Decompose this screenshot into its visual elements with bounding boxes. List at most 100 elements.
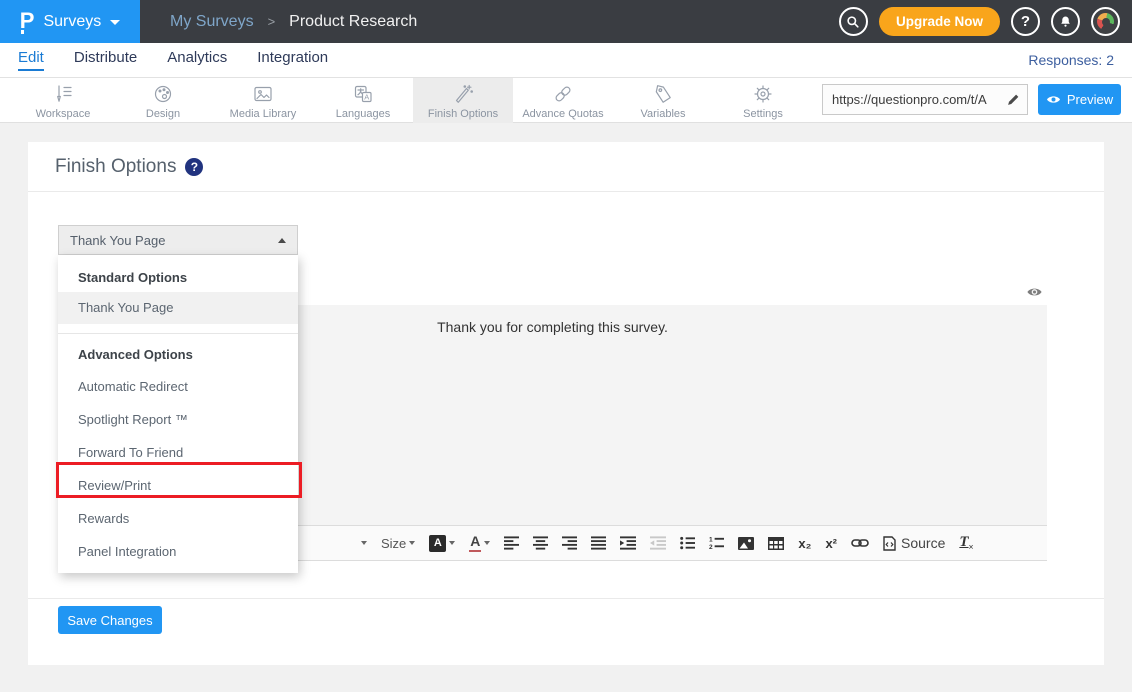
insert-table-button[interactable] (768, 537, 784, 550)
insert-image-button[interactable] (738, 537, 754, 550)
save-row: Save Changes (28, 598, 1104, 634)
menu-item-spotlight-report[interactable]: Spotlight Report ™ (58, 403, 298, 436)
chevron-up-icon (278, 238, 286, 243)
text-color-button[interactable]: A (469, 534, 490, 551)
table-icon (768, 537, 784, 550)
numbered-list-icon: 12 (709, 536, 724, 550)
gauge-icon (1097, 13, 1114, 30)
align-left-button[interactable] (504, 536, 519, 550)
numbered-list-button[interactable]: 12 (709, 536, 724, 550)
finish-options-icon (451, 82, 475, 106)
source-icon (883, 536, 896, 551)
superscript-icon: x² (825, 536, 837, 551)
bell-icon (1058, 14, 1073, 29)
top-header: P Surveys My Surveys > Product Research … (0, 0, 1132, 43)
image-icon (738, 537, 754, 550)
font-dropdown-button[interactable] (358, 541, 367, 545)
size-dropdown-button[interactable]: Size (381, 536, 415, 551)
breadcrumb-my-surveys[interactable]: My Surveys (170, 13, 254, 31)
menu-item-panel-integration[interactable]: Panel Integration (58, 535, 298, 568)
chevron-down-icon (449, 541, 455, 545)
increase-indent-button[interactable] (620, 536, 636, 550)
chevron-down-icon (484, 541, 490, 545)
design-icon (151, 82, 175, 106)
chevron-down-icon (110, 20, 120, 25)
help-button[interactable]: ? (1011, 7, 1040, 36)
indent-icon (620, 536, 636, 550)
svg-text:2: 2 (709, 544, 713, 550)
responses-count[interactable]: Responses: 2 (1028, 52, 1114, 68)
survey-url-box: https://questionpro.com/t/A (822, 84, 1028, 115)
question-mark-icon: ? (191, 160, 198, 174)
header-actions: Upgrade Now ? (839, 7, 1132, 36)
menu-item-automatic-redirect[interactable]: Automatic Redirect (58, 370, 298, 403)
toolbar-item-variables[interactable]: Variables (613, 78, 713, 123)
preview-button[interactable]: Preview (1038, 84, 1121, 115)
chevron-down-icon (409, 541, 415, 545)
bgcolor-icon: A (429, 535, 446, 552)
finish-option-type-dropdown[interactable]: Thank You Page (58, 225, 298, 255)
toolbar-item-media-library[interactable]: Media Library (213, 78, 313, 123)
remove-format-icon: T× (959, 534, 973, 552)
link-icon (851, 538, 869, 548)
survey-nav-tabs: Edit Distribute Analytics Integration Re… (0, 43, 1132, 78)
upgrade-now-button[interactable]: Upgrade Now (879, 7, 1000, 36)
toolbar-item-finish-options[interactable]: Finish Options (413, 78, 513, 123)
notifications-button[interactable] (1051, 7, 1080, 36)
toolbar-item-advance-quotas[interactable]: Advance Quotas (513, 78, 613, 123)
variables-icon (651, 82, 675, 106)
outdent-icon (650, 536, 666, 550)
bulleted-list-button[interactable] (680, 536, 695, 550)
align-right-icon (562, 536, 577, 550)
source-button[interactable]: Source (883, 535, 945, 551)
breadcrumb-separator: > (268, 14, 276, 29)
menu-item-forward-to-friend[interactable]: Forward To Friend (58, 436, 298, 469)
tab-edit[interactable]: Edit (18, 49, 44, 71)
menu-item-review-print[interactable]: Review/Print (58, 469, 298, 502)
insert-link-button[interactable] (851, 538, 869, 548)
menu-group-standard-options: Standard Options (58, 255, 298, 292)
advance-quotas-icon (551, 82, 575, 106)
breadcrumb: My Surveys > Product Research (170, 13, 417, 31)
chevron-down-icon (361, 541, 367, 545)
finish-option-dropdown-menu: Standard Options Thank You Page Advanced… (58, 255, 298, 573)
svg-text:A: A (364, 92, 369, 101)
menu-item-rewards[interactable]: Rewards (58, 502, 298, 535)
languages-icon: A (351, 82, 375, 106)
remove-format-button[interactable]: T× (959, 534, 973, 552)
menu-item-thank-you-page[interactable]: Thank You Page (58, 292, 298, 324)
account-avatar[interactable] (1091, 7, 1120, 36)
tab-analytics[interactable]: Analytics (167, 49, 227, 71)
save-changes-button[interactable]: Save Changes (58, 606, 162, 634)
toolbar-item-design[interactable]: Design (113, 78, 213, 123)
surveys-app-menu[interactable]: P Surveys (0, 0, 140, 43)
subscript-button[interactable]: x₂ (798, 536, 811, 551)
finish-options-help-button[interactable]: ? (185, 158, 203, 176)
subscript-icon: x₂ (798, 536, 811, 551)
background-color-button[interactable]: A (429, 535, 455, 552)
preview-eye-icon[interactable] (1026, 286, 1043, 298)
dropdown-selected-value: Thank You Page (70, 233, 278, 248)
page-title: Finish Options (55, 156, 176, 178)
breadcrumb-current-survey: Product Research (289, 13, 417, 31)
decrease-indent-button[interactable] (650, 536, 666, 550)
toolbar-item-languages[interactable]: A Languages (313, 78, 413, 123)
media-library-icon (251, 82, 275, 106)
tab-distribute[interactable]: Distribute (74, 49, 137, 71)
survey-url-value[interactable]: https://questionpro.com/t/A (823, 92, 999, 107)
search-button[interactable] (839, 7, 868, 36)
align-center-icon (533, 536, 548, 550)
superscript-button[interactable]: x² (825, 536, 837, 551)
text-color-icon: A (469, 534, 481, 551)
thank-you-message: Thank you for completing this survey. (437, 319, 668, 335)
menu-group-advanced-options: Advanced Options (58, 334, 298, 370)
align-right-button[interactable] (562, 536, 577, 550)
edit-url-button[interactable] (999, 85, 1027, 114)
justify-button[interactable] (591, 536, 606, 550)
toolbar-item-workspace[interactable]: Workspace (13, 78, 113, 123)
justify-icon (591, 536, 606, 550)
align-center-button[interactable] (533, 536, 548, 550)
settings-icon (751, 82, 775, 106)
toolbar-item-settings[interactable]: Settings (713, 78, 813, 123)
tab-integration[interactable]: Integration (257, 49, 328, 71)
